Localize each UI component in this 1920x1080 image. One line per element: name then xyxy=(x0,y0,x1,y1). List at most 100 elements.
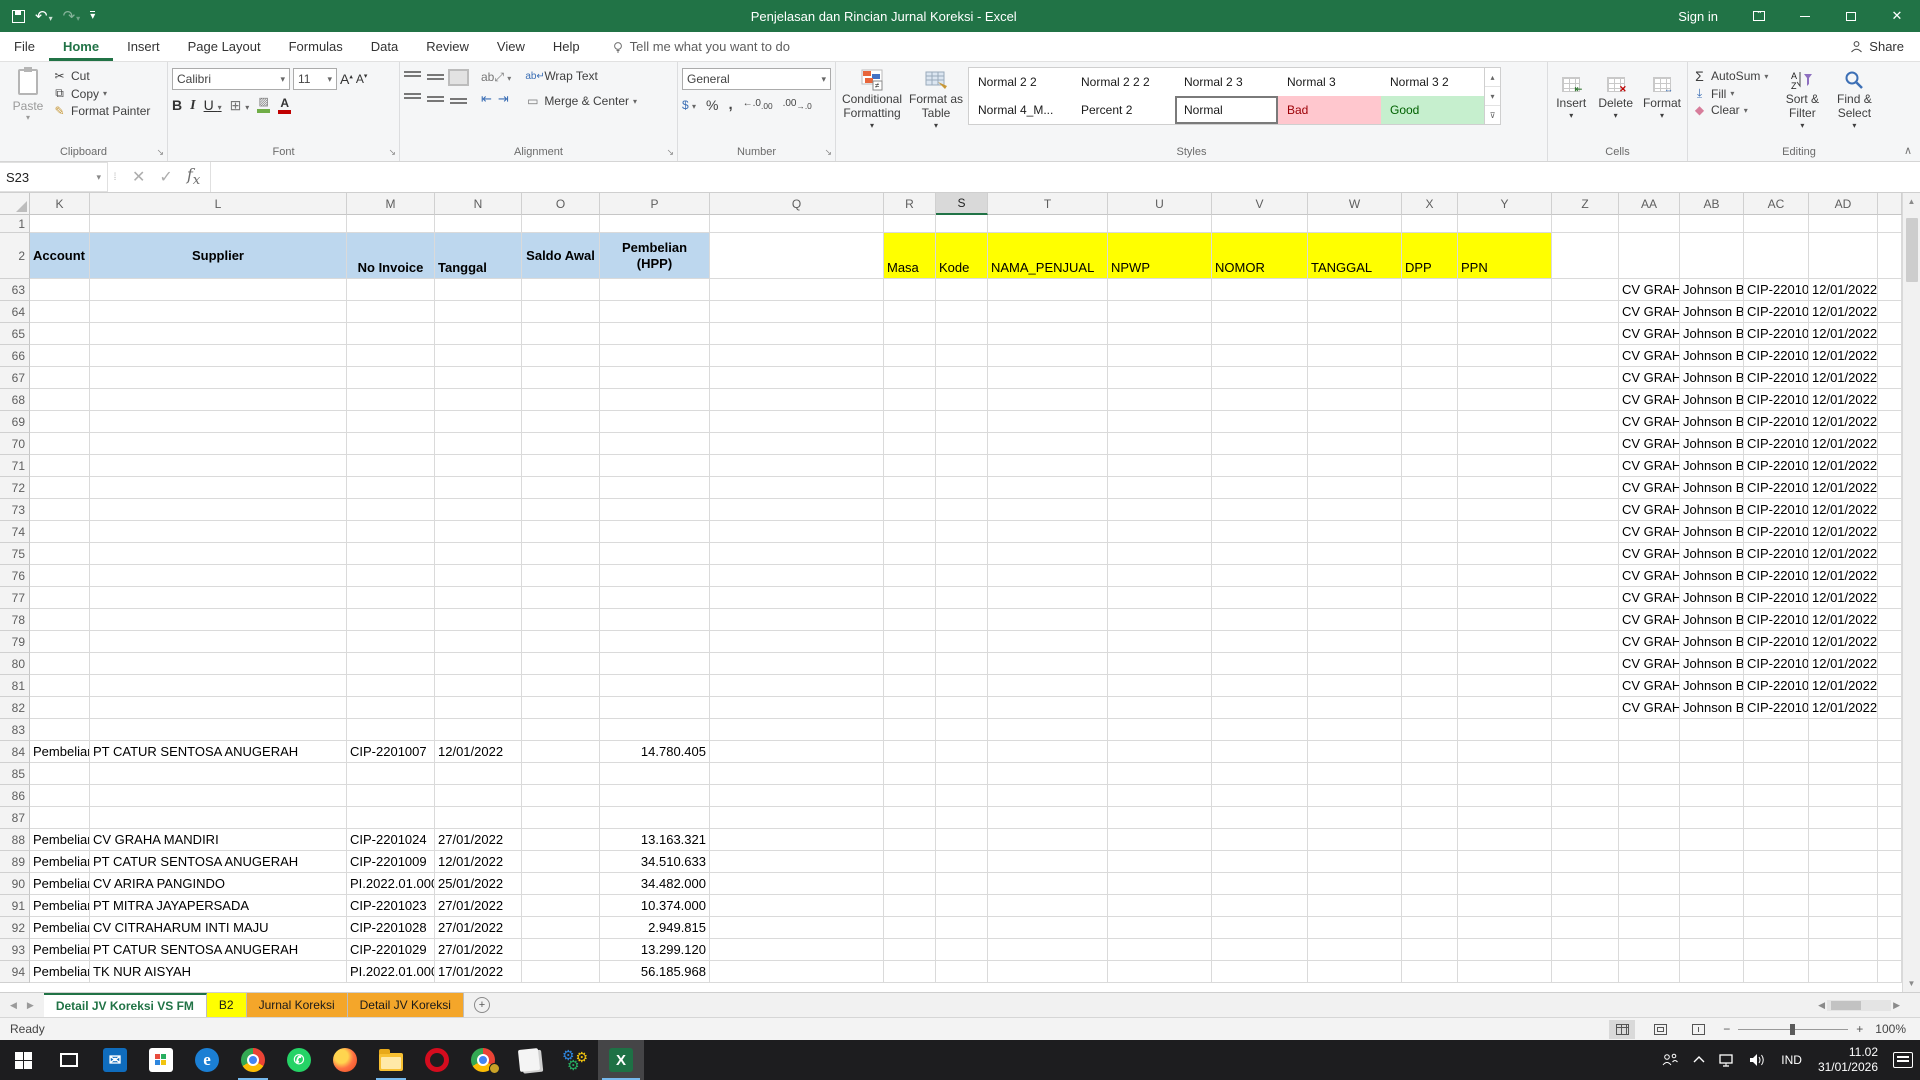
cell-R1[interactable] xyxy=(884,215,936,233)
cell-AC66[interactable]: CIP-22010 xyxy=(1744,345,1809,367)
cell-P73[interactable] xyxy=(600,499,710,521)
cell-L88[interactable]: CV GRAHA MANDIRI xyxy=(90,829,347,851)
taskbar-task-view-icon[interactable] xyxy=(46,1040,92,1080)
cell-AA81[interactable]: CV GRAHA xyxy=(1619,675,1680,697)
cell-AC84[interactable] xyxy=(1744,741,1809,763)
row-header-87[interactable]: 87 xyxy=(0,807,30,829)
cell-Q75[interactable] xyxy=(710,543,884,565)
cell-Q84[interactable] xyxy=(710,741,884,763)
cell-X71[interactable] xyxy=(1402,455,1458,477)
row-header-80[interactable]: 80 xyxy=(0,653,30,675)
cell-O69[interactable] xyxy=(522,411,600,433)
cell-Y89[interactable] xyxy=(1458,851,1552,873)
delete-cells-button[interactable]: ✕ Delete▾ xyxy=(1596,69,1634,120)
cell-AA77[interactable]: CV GRAHA xyxy=(1619,587,1680,609)
cell-Q92[interactable] xyxy=(710,917,884,939)
cell-R89[interactable] xyxy=(884,851,936,873)
cell-O1[interactable] xyxy=(522,215,600,233)
cell-AC63[interactable]: CIP-22010 xyxy=(1744,279,1809,301)
cell-AB82[interactable]: Johnson Ba xyxy=(1680,697,1744,719)
cell-S84[interactable] xyxy=(936,741,988,763)
cell-U72[interactable] xyxy=(1108,477,1212,499)
font-dialog-launcher-icon[interactable]: ↘ xyxy=(388,147,396,158)
cell-AB84[interactable] xyxy=(1680,741,1744,763)
cell-AC90[interactable] xyxy=(1744,873,1809,895)
cell-AD72[interactable]: 12/01/2022 xyxy=(1809,477,1878,499)
cell-R73[interactable] xyxy=(884,499,936,521)
cell-P88[interactable]: 13.163.321 xyxy=(600,829,710,851)
cell-AA74[interactable]: CV GRAHA xyxy=(1619,521,1680,543)
cell-K79[interactable] xyxy=(30,631,90,653)
cell-Q67[interactable] xyxy=(710,367,884,389)
cell-O70[interactable] xyxy=(522,433,600,455)
increase-indent-icon[interactable]: ⇥ xyxy=(498,91,509,107)
row-header-74[interactable]: 74 xyxy=(0,521,30,543)
increase-decimal-icon[interactable]: ←.0.00 xyxy=(743,98,773,111)
cell-AC74[interactable]: CIP-22010 xyxy=(1744,521,1809,543)
customize-qat-icon[interactable]: ▾ xyxy=(90,11,95,21)
cell-V75[interactable] xyxy=(1212,543,1308,565)
cell-T67[interactable] xyxy=(988,367,1108,389)
cell-W64[interactable] xyxy=(1308,301,1402,323)
cell-M89[interactable]: CIP-2201009 xyxy=(347,851,435,873)
cell-AC88[interactable] xyxy=(1744,829,1809,851)
cell-V72[interactable] xyxy=(1212,477,1308,499)
cell-L93[interactable]: PT CATUR SENTOSA ANUGERAH xyxy=(90,939,347,961)
cell-Y72[interactable] xyxy=(1458,477,1552,499)
cell-U1[interactable] xyxy=(1108,215,1212,233)
ribbon-tab-view[interactable]: View xyxy=(483,32,539,61)
cell-M66[interactable] xyxy=(347,345,435,367)
cell-O82[interactable] xyxy=(522,697,600,719)
taskbar-start-icon[interactable] xyxy=(0,1040,46,1080)
cell-Q87[interactable] xyxy=(710,807,884,829)
cell-V86[interactable] xyxy=(1212,785,1308,807)
cell-N76[interactable] xyxy=(435,565,522,587)
scroll-up-icon[interactable]: ▲ xyxy=(1903,193,1920,210)
cell-U80[interactable] xyxy=(1108,653,1212,675)
cell-Z83[interactable] xyxy=(1552,719,1619,741)
cell-T91[interactable] xyxy=(988,895,1108,917)
cell-AB76[interactable]: Johnson Ba xyxy=(1680,565,1744,587)
sheet-tab-detail-jv-koreksi[interactable]: Detail JV Koreksi xyxy=(348,993,464,1017)
cell-AA70[interactable]: CV GRAHA xyxy=(1619,433,1680,455)
cell-AC64[interactable]: CIP-22010 xyxy=(1744,301,1809,323)
cell-Q90[interactable] xyxy=(710,873,884,895)
cell-S81[interactable] xyxy=(936,675,988,697)
cell-K90[interactable]: Pembelian xyxy=(30,873,90,895)
cell-Y85[interactable] xyxy=(1458,763,1552,785)
cell-AA80[interactable]: CV GRAHA xyxy=(1619,653,1680,675)
cell-T94[interactable] xyxy=(988,961,1108,983)
cell-style-normal[interactable]: Normal xyxy=(1175,96,1278,124)
cell-Y1[interactable] xyxy=(1458,215,1552,233)
cell-N92[interactable]: 27/01/2022 xyxy=(435,917,522,939)
column-header-ab[interactable]: AB xyxy=(1680,193,1744,215)
insert-cells-button[interactable]: ⇤ Insert▾ xyxy=(1552,69,1590,120)
cell-AD93[interactable] xyxy=(1809,939,1878,961)
cell-O91[interactable] xyxy=(522,895,600,917)
cell-AA82[interactable]: CV GRAHA xyxy=(1619,697,1680,719)
font-color-icon[interactable]: A xyxy=(278,97,291,114)
cell-L2[interactable]: Supplier xyxy=(90,233,347,279)
cell-L67[interactable] xyxy=(90,367,347,389)
cell-style-normal-2-2[interactable]: Normal 2 2 xyxy=(969,68,1072,96)
cell-Y66[interactable] xyxy=(1458,345,1552,367)
cell-S66[interactable] xyxy=(936,345,988,367)
cell-P64[interactable] xyxy=(600,301,710,323)
top-align-icon[interactable] xyxy=(404,71,421,84)
cell-T68[interactable] xyxy=(988,389,1108,411)
cell-P86[interactable] xyxy=(600,785,710,807)
cell-T75[interactable] xyxy=(988,543,1108,565)
enter-icon[interactable]: ✓ xyxy=(159,167,172,187)
cell-N1[interactable] xyxy=(435,215,522,233)
cell-U83[interactable] xyxy=(1108,719,1212,741)
cell-P78[interactable] xyxy=(600,609,710,631)
cell-S80[interactable] xyxy=(936,653,988,675)
ribbon-tab-review[interactable]: Review xyxy=(412,32,483,61)
row-header-93[interactable]: 93 xyxy=(0,939,30,961)
cell-AB92[interactable] xyxy=(1680,917,1744,939)
cell-K86[interactable] xyxy=(30,785,90,807)
row-header-78[interactable]: 78 xyxy=(0,609,30,631)
cell-AD91[interactable] xyxy=(1809,895,1878,917)
cell-Y84[interactable] xyxy=(1458,741,1552,763)
cell-AD82[interactable]: 12/01/2022 xyxy=(1809,697,1878,719)
